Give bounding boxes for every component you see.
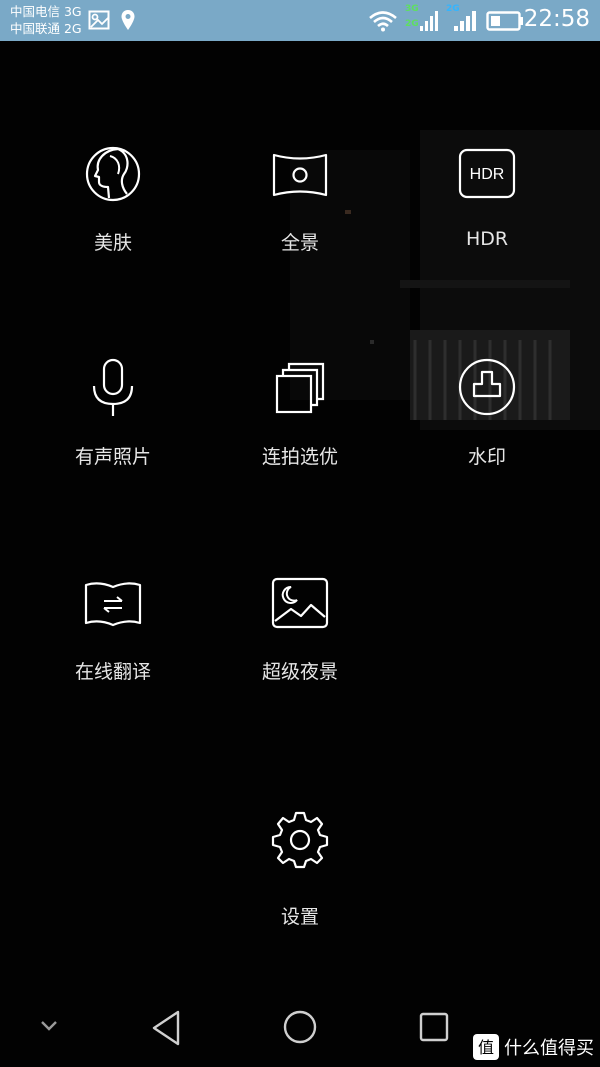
carrier-1-label: 中国电信 3G	[10, 4, 82, 19]
back-triangle-icon[interactable]	[148, 1008, 184, 1048]
mode-hdr[interactable]: HDR HDR	[394, 144, 580, 294]
book-translate-icon	[84, 582, 142, 627]
battery-icon	[486, 11, 523, 31]
status-clock: 22:58	[523, 6, 590, 32]
settings-button[interactable]: 设置	[207, 810, 393, 960]
watermark-logo-glyph-icon: 值	[478, 1038, 494, 1057]
location-pin-icon	[121, 10, 135, 30]
chevron-down-icon[interactable]	[38, 1018, 60, 1034]
site-watermark: 值 什么值得买	[473, 1033, 594, 1061]
settings-label: 设置	[280, 906, 319, 928]
net-3g-label: 3G	[405, 4, 419, 14]
mode-panorama[interactable]: 全景	[207, 144, 393, 294]
signal-strength-sim1-icon	[420, 11, 438, 31]
status-bar: 中国电信 3G 中国联通 2G 3G 2G 2G 22:58	[0, 0, 600, 41]
mode-burst-select-label: 连拍选优	[261, 446, 338, 468]
carrier-2-label: 中国联通 2G	[10, 21, 82, 36]
carrier-info: 中国电信 3G 中国联通 2G	[10, 3, 82, 37]
mode-hdr-label: HDR	[465, 228, 509, 250]
gear-icon	[271, 811, 329, 869]
night-landscape-icon	[271, 577, 329, 629]
gallery-notification-icon	[88, 10, 110, 30]
mode-watermark-label: 水印	[467, 446, 506, 468]
mode-online-translate[interactable]: 在线翻译	[20, 573, 206, 723]
mode-panorama-label: 全景	[280, 232, 319, 254]
stamp-icon	[458, 358, 516, 416]
mode-audio-photo[interactable]: 有声照片	[20, 358, 206, 508]
mode-super-night-label: 超级夜景	[261, 661, 338, 683]
watermark-text: 什么值得买	[504, 1038, 594, 1059]
hdr-icon: HDR	[458, 148, 516, 199]
watermark-logo: 值	[473, 1034, 499, 1060]
mode-super-night[interactable]: 超级夜景	[207, 573, 393, 723]
camera-mode-screen: 中国电信 3G 中国联通 2G 3G 2G 2G 22:58 美肤 全景 HDR…	[0, 0, 600, 1067]
hdr-icon-text: HDR	[470, 166, 505, 183]
mode-burst-select[interactable]: 连拍选优	[207, 358, 393, 508]
microphone-icon	[92, 358, 134, 416]
home-circle-icon[interactable]	[282, 1009, 318, 1045]
signal-strength-sim2-icon	[454, 11, 476, 31]
panorama-icon	[272, 153, 328, 197]
mode-online-translate-label: 在线翻译	[74, 661, 151, 683]
face-icon	[85, 146, 141, 202]
wifi-icon	[369, 11, 397, 32]
watermark-logo-char: 值	[478, 1038, 494, 1057]
net-2g-label: 2G	[405, 19, 419, 29]
mode-audio-photo-label: 有声照片	[74, 446, 151, 468]
mode-watermark[interactable]: 水印	[394, 358, 580, 508]
mode-beauty[interactable]: 美肤	[20, 144, 206, 294]
mode-beauty-label: 美肤	[93, 232, 132, 254]
recent-square-icon[interactable]	[418, 1011, 450, 1043]
burst-stack-icon	[275, 362, 325, 414]
